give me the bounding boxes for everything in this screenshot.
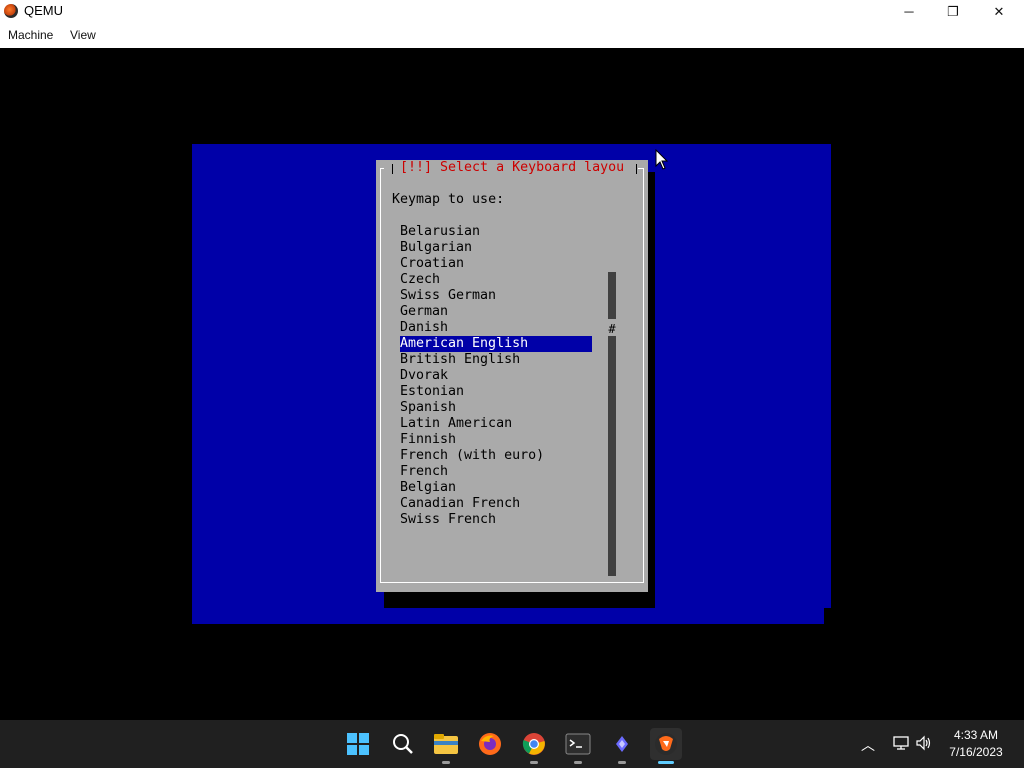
- minimize-button[interactable]: ─: [886, 0, 932, 23]
- keymap-option[interactable]: German: [400, 304, 592, 320]
- volume-icon[interactable]: [915, 734, 933, 752]
- chrome-icon[interactable]: [518, 728, 550, 764]
- keymap-option[interactable]: Canadian French: [400, 496, 592, 512]
- menu-bar: Machine View: [0, 23, 1024, 49]
- terminal-icon[interactable]: [562, 728, 594, 764]
- keymap-option[interactable]: Czech: [400, 272, 592, 288]
- scrollbar-track[interactable]: [608, 272, 616, 576]
- mouse-pointer-icon: [655, 149, 669, 170]
- network-icon[interactable]: [892, 734, 910, 752]
- menu-view[interactable]: View: [70, 28, 96, 42]
- keymap-option[interactable]: Danish: [400, 320, 592, 336]
- title-bracket-right: [636, 164, 637, 174]
- maximize-button[interactable]: ❐: [930, 0, 976, 23]
- keymap-option[interactable]: Finnish: [400, 432, 592, 448]
- window-titlebar: QEMU ─ ❐ ✕: [0, 0, 1024, 23]
- keymap-option[interactable]: Estonian: [400, 384, 592, 400]
- keymap-prompt: Keymap to use:: [392, 192, 505, 207]
- search-icon[interactable]: [387, 728, 419, 760]
- keymap-option[interactable]: Bulgarian: [400, 240, 592, 256]
- app-icon[interactable]: [606, 728, 638, 764]
- running-indicator: [442, 761, 450, 764]
- menu-machine[interactable]: Machine: [8, 28, 53, 42]
- show-hidden-icons-chevron-icon[interactable]: ︿: [861, 735, 875, 755]
- keymap-list[interactable]: Belarusian Bulgarian Croatian Czech Swiss Ge…: [400, 224, 592, 528]
- qemu-taskbar-icon[interactable]: [650, 728, 682, 764]
- windows-start-icon[interactable]: [342, 728, 374, 760]
- background-edge: [824, 608, 831, 624]
- title-bracket-left: [392, 164, 393, 174]
- keymap-option[interactable]: British English: [400, 352, 592, 368]
- dialog-title: [!!] Select a Keyboard layou: [400, 160, 625, 176]
- keyboard-layout-dialog: [!!] Select a Keyboard layou Keymap to u…: [376, 160, 648, 607]
- scrollbar-thumb[interactable]: #: [608, 322, 616, 336]
- frame-top-right: [638, 168, 644, 169]
- running-indicator: [574, 761, 582, 764]
- keymap-option[interactable]: Belgian: [400, 480, 592, 496]
- close-button[interactable]: ✕: [976, 0, 1022, 23]
- window-title: QEMU: [24, 3, 63, 18]
- active-indicator: [658, 761, 674, 764]
- keymap-option[interactable]: Spanish: [400, 400, 592, 416]
- frame-top-left: [380, 168, 384, 169]
- running-indicator: [618, 761, 626, 764]
- clock-date[interactable]: 7/16/2023: [936, 745, 1016, 759]
- keymap-option[interactable]: Belarusian: [400, 224, 592, 240]
- keymap-option[interactable]: French: [400, 464, 592, 480]
- running-indicator: [530, 761, 538, 764]
- qemu-app-icon: [4, 4, 18, 18]
- keymap-option[interactable]: French (with euro): [400, 448, 592, 464]
- keymap-option[interactable]: Swiss French: [400, 512, 592, 528]
- keymap-option[interactable]: Latin American: [400, 416, 592, 432]
- keymap-option[interactable]: American English: [400, 336, 592, 352]
- clock-time[interactable]: 4:33 AM: [936, 728, 1016, 742]
- vm-display[interactable]: [!!] Select a Keyboard layou Keymap to u…: [0, 48, 1024, 720]
- go-back-button[interactable]: <Go Back>: [424, 592, 496, 608]
- keymap-option[interactable]: Dvorak: [400, 368, 592, 384]
- file-explorer-icon[interactable]: [430, 728, 462, 764]
- keymap-option[interactable]: Croatian: [400, 256, 592, 272]
- firefox-icon[interactable]: [474, 728, 506, 760]
- keymap-option[interactable]: Swiss German: [400, 288, 592, 304]
